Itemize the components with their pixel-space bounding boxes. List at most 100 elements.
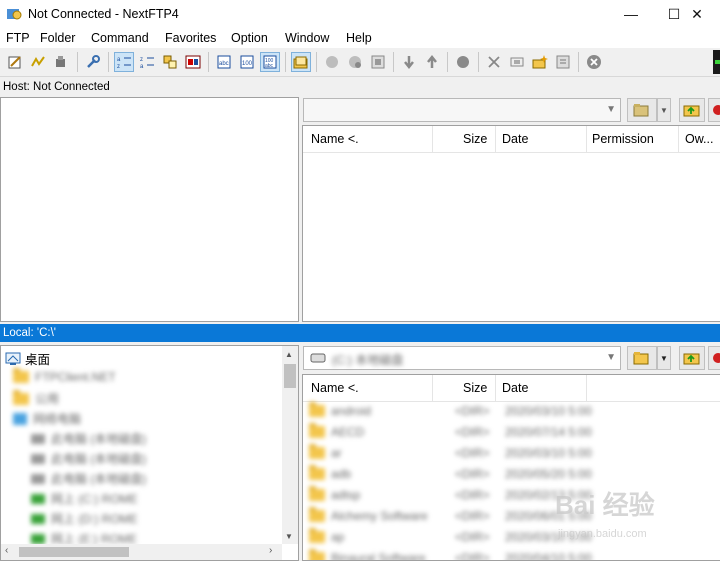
table-row[interactable]: android <DIR> 2020/03/10 5:00 [309,401,709,421]
local-col-date[interactable]: Date [502,381,528,395]
remote-col-date[interactable]: Date [502,132,528,146]
sort-size-icon[interactable] [184,53,202,71]
properties-icon[interactable] [554,53,572,71]
local-col-size[interactable]: Size [463,381,487,395]
stop-icon [712,353,720,363]
remote-parent-folder-button[interactable] [679,98,705,122]
rename-icon[interactable] [508,53,526,71]
download-text-icon[interactable] [323,53,341,71]
connect-icon[interactable] [29,53,47,71]
scroll-down-icon[interactable]: ▼ [285,532,293,541]
tree-item[interactable]: FTPClient.NET [13,368,116,384]
menu-window[interactable]: Window [285,31,329,45]
host-status-text: Host: Not Connected [3,81,110,93]
tree-vertical-scrollbar[interactable]: ▲ ▼ [282,346,298,544]
view-large-icon[interactable]: abc [215,53,233,71]
host-settings-icon[interactable] [6,53,24,71]
menu-option[interactable]: Option [231,31,268,45]
delete-icon[interactable] [485,53,503,71]
table-row[interactable]: Binaural Software <DIR> 2020/04/10 5:00 [309,548,709,560]
host-status: Host: Not Connected [0,77,720,97]
tree-item[interactable]: 网上 (C:) ROME [31,490,138,507]
table-row[interactable]: adb <DIR> 2020/05/20 5:00 [309,464,709,484]
local-parent-folder-button[interactable] [679,346,705,370]
remote-path-combo[interactable]: ▼ [303,98,621,122]
scroll-left-icon[interactable]: ‹ [5,545,8,556]
wrench-icon[interactable] [84,53,102,71]
menu-folder[interactable]: Folder [40,31,75,45]
file-size: <DIR> [455,446,490,460]
table-row[interactable]: AECD <DIR> 2020/07/14 5:00 [309,422,709,442]
remote-file-list[interactable]: Name <. Size Date Permission Ow... [302,125,720,322]
stop-transfer-icon[interactable] [369,53,387,71]
tree-item-label: FTPClient.NET [35,370,116,384]
tree-item-label: 此电脑 (本地磁盘) [51,472,147,486]
local-path-text: (C:) 本地磁盘 [332,353,404,367]
tree-item[interactable]: 此电脑 (本地磁盘) [31,470,146,487]
remote-col-name[interactable]: Name <. [311,132,359,146]
remote-stop-button[interactable] [708,98,720,122]
folder-sync-icon[interactable] [291,52,311,72]
tree-scroll-thumb[interactable] [284,364,296,388]
menu-help[interactable]: Help [346,31,372,45]
file-date: 2020/07/14 5:00 [505,425,592,439]
tree-horizontal-scrollbar[interactable]: ‹ › [1,544,282,560]
file-date: 2020/03/10 5:00 [505,404,592,418]
download-binary-icon[interactable] [346,53,364,71]
svg-text:a: a [140,64,144,70]
desktop-icon [5,352,21,365]
tree-item-label: 公用 [35,392,60,406]
local-path-combo[interactable]: (C:) 本地磁盘 ▼ [303,346,621,370]
tree-root-desktop[interactable]: 桌面 [5,349,50,368]
disconnect-icon[interactable] [52,53,70,71]
file-date: 2020/05/20 5:00 [505,467,592,481]
file-name: Alchemy Software [331,509,428,523]
table-row[interactable]: ar <DIR> 2020/03/10 5:00 [309,443,709,463]
tree-item[interactable]: 此电脑 (本地磁盘) [31,430,146,447]
tree-item[interactable]: 公用 [13,389,60,407]
remote-col-permission[interactable]: Permission [592,132,654,146]
remote-tree-pane[interactable] [0,97,299,322]
tree-hscroll-thumb[interactable] [19,547,129,557]
window-title: Not Connected - NextFTP4 [28,7,179,21]
tree-item[interactable]: 此电脑 (本地磁盘) [31,450,146,467]
remote-col-owner[interactable]: Ow... [685,132,713,146]
remote-folder-dropdown-button[interactable]: ▼ [657,98,671,122]
new-folder-icon[interactable] [531,53,549,71]
local-folder-dropdown-button[interactable]: ▼ [657,346,671,370]
tree-item[interactable]: 网络电脑 [13,410,81,427]
sort-type-icon[interactable] [161,53,179,71]
local-tree-pane[interactable]: 桌面 FTPClient.NET 公用 网络电脑 此电脑 (本地磁盘) 此电脑 … [0,345,299,561]
file-size: <DIR> [455,404,490,418]
sort-ascending-icon[interactable]: az [114,52,134,72]
tree-item[interactable]: 网上 (D:) ROME [31,510,138,527]
tree-item-label: 此电脑 (本地磁盘) [51,432,147,446]
file-name: ar [331,446,342,460]
download-arrow-icon[interactable] [400,53,418,71]
menu-command[interactable]: Command [91,31,149,45]
scroll-right-icon[interactable]: › [269,545,272,556]
close-button[interactable]: ✕ [674,0,720,28]
scroll-up-icon[interactable]: ▲ [285,350,293,359]
record-icon[interactable] [454,53,472,71]
local-col-name[interactable]: Name <. [311,381,359,395]
menu-favorites[interactable]: Favorites [165,31,216,45]
view-small-icon[interactable]: 100 [238,53,256,71]
table-row[interactable]: ap <DIR> 2020/03/10 5:00 [309,527,709,547]
view-details-icon[interactable]: 100 abc [260,52,280,72]
dropdown-arrow-icon: ▼ [660,353,668,363]
local-open-folder-button[interactable] [627,346,657,370]
folder-icon [309,528,325,543]
upload-arrow-icon[interactable] [423,53,441,71]
remote-open-folder-button[interactable] [627,98,657,122]
folder-up-icon [683,105,700,117]
local-stop-button[interactable] [708,346,720,370]
remote-col-size[interactable]: Size [463,132,487,146]
cancel-icon[interactable] [585,53,603,71]
sort-descending-icon[interactable]: za [138,53,156,71]
local-file-list[interactable]: Name <. Size Date android <DIR> 2020/03/10… [302,374,720,561]
file-size: <DIR> [455,530,490,544]
menu-ftp[interactable]: FTP [6,31,30,45]
svg-text:a: a [117,57,121,63]
minimize-button[interactable]: — [608,0,654,28]
